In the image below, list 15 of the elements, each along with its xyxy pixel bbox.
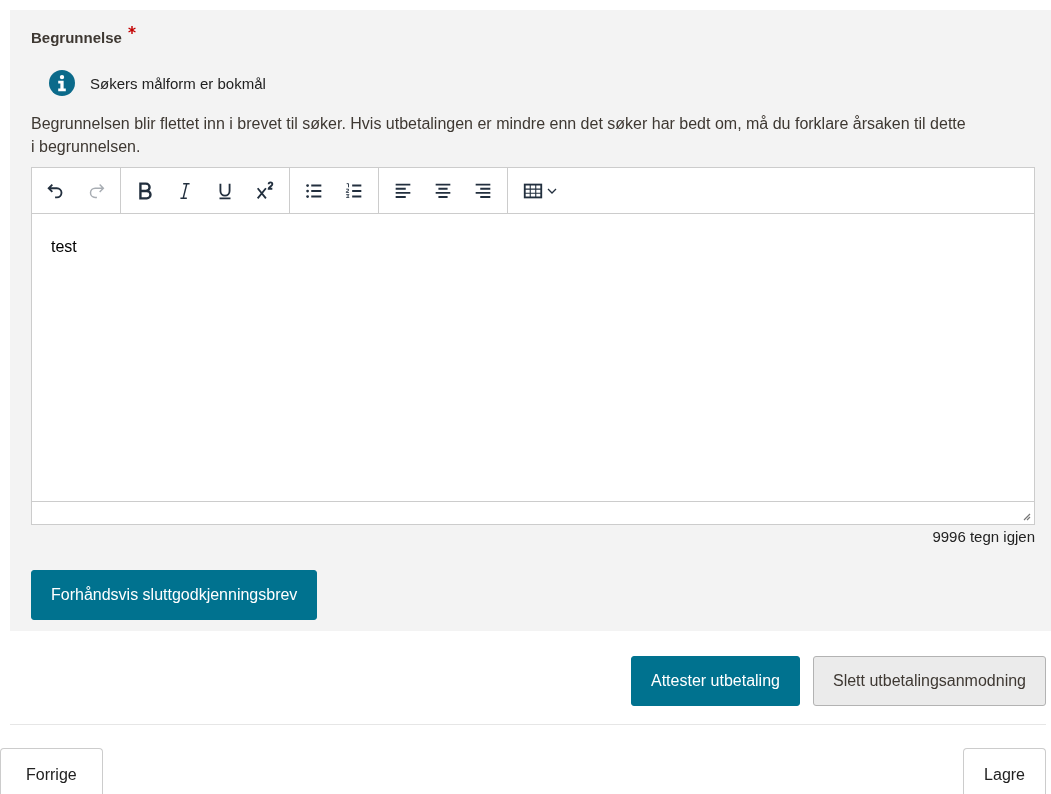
previous-button[interactable]: Forrige bbox=[0, 748, 103, 794]
info-icon bbox=[49, 70, 75, 96]
save-button[interactable]: Lagre bbox=[963, 748, 1046, 794]
attest-button[interactable]: Attester utbetaling bbox=[631, 656, 800, 706]
character-counter: 9996 tegn igjen bbox=[932, 528, 1035, 547]
description-text: Begrunnelsen blir flettet inn i brevet til søker. Hvis utbetalingen er mindre enn det søker har bedt om, må du forklare årsaken til dette i begrunnelsen. bbox=[31, 114, 967, 157]
preview-letter-button[interactable]: Forhåndsvis sluttgodkjenningsbrev bbox=[31, 570, 318, 620]
info-text: Søkers målform er bokmål bbox=[90, 74, 266, 92]
superscript-icon bbox=[254, 179, 276, 202]
delete-button[interactable]: Slett utbetalingsanmodning bbox=[812, 656, 1046, 706]
editor-text: test bbox=[51, 238, 78, 256]
text-editor[interactable]: test bbox=[31, 167, 1035, 525]
field-label: Begrunnelse bbox=[31, 29, 122, 46]
editor-content[interactable]: test bbox=[32, 214, 1034, 502]
resize-handle-icon[interactable] bbox=[1021, 511, 1031, 521]
